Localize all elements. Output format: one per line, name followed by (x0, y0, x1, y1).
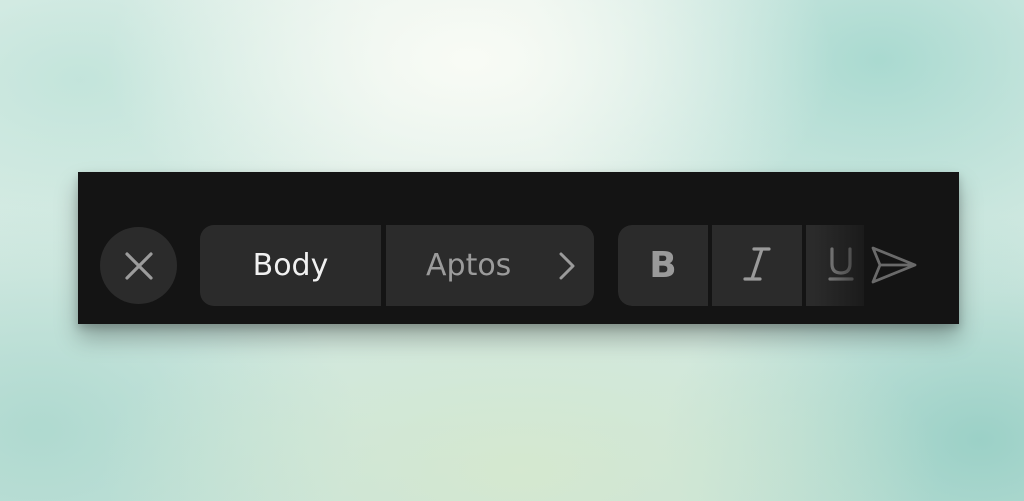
underline-button[interactable] (806, 225, 864, 306)
font-picker-button[interactable]: Aptos (386, 225, 594, 306)
bold-button[interactable]: B (618, 225, 708, 306)
close-button[interactable] (100, 227, 177, 304)
paper-plane-icon (870, 244, 918, 290)
paragraph-style-button[interactable]: Body (200, 225, 381, 306)
xmark-icon (124, 251, 154, 281)
text-format-group: B (618, 225, 864, 306)
italic-icon (743, 246, 771, 286)
font-name-label: Aptos (426, 248, 512, 283)
formatting-toolbar: Body Aptos B (78, 172, 959, 324)
bold-icon: B (649, 245, 677, 286)
underline-icon (828, 246, 854, 286)
italic-button[interactable] (712, 225, 802, 306)
paragraph-style-label: Body (252, 248, 329, 283)
send-button[interactable] (868, 242, 920, 292)
chevron-right-icon (558, 251, 576, 289)
